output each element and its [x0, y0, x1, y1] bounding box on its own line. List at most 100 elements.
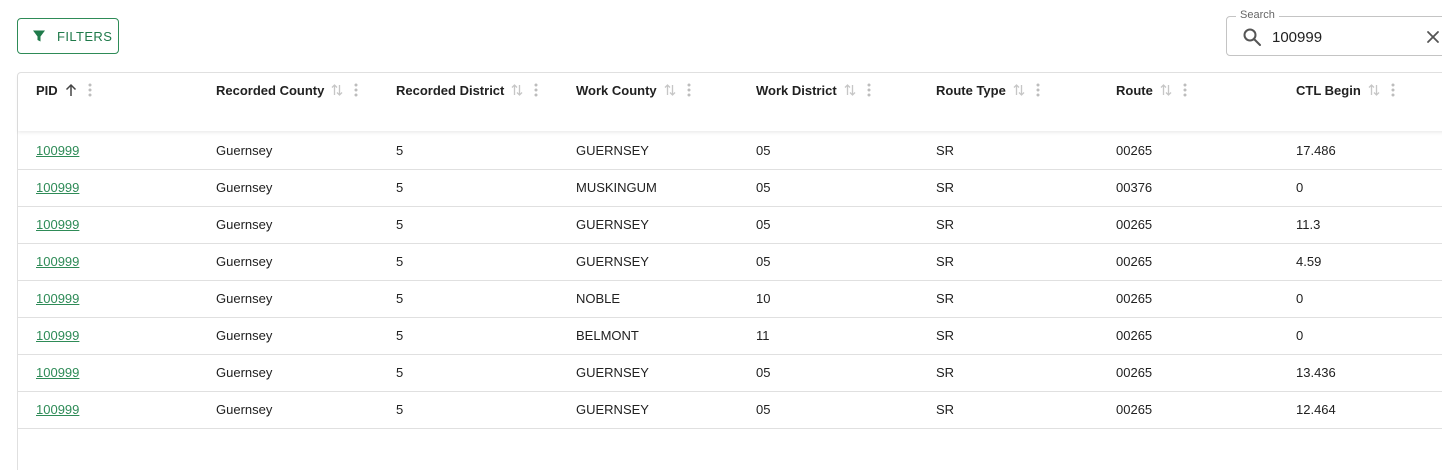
column-header-label: Work County — [576, 82, 657, 98]
column-header-recorded-district[interactable]: Recorded District — [396, 81, 538, 99]
recorded-county-cell: Guernsey — [216, 328, 273, 343]
data-grid: PID Recorded County Recorded District Work … — [17, 72, 1442, 470]
column-menu-icon[interactable] — [867, 83, 871, 97]
column-header-recorded-county[interactable]: Recorded County — [216, 81, 358, 99]
route-cell: 00376 — [1116, 180, 1153, 195]
recorded-district-cell: 5 — [396, 365, 404, 380]
close-icon[interactable] — [1425, 29, 1441, 45]
work-district-cell: 10 — [756, 291, 771, 306]
work-county-cell: GUERNSEY — [576, 402, 649, 417]
filters-button[interactable]: FILTERS — [17, 18, 119, 54]
search-field[interactable]: Search — [1226, 9, 1442, 56]
pid-link[interactable]: 100999 — [36, 143, 79, 158]
recorded-county-cell: Guernsey — [216, 365, 273, 380]
route-cell: 00265 — [1116, 217, 1153, 232]
column-header-label: Route — [1116, 82, 1153, 98]
table-row[interactable]: 100999 Guernsey 5 GUERNSEY 05 SR 00265 11.3 — [18, 206, 1442, 244]
ctl-begin-cell: 0 — [1296, 328, 1304, 343]
work-county-cell: GUERNSEY — [576, 254, 649, 269]
search-label: Search — [1236, 9, 1279, 21]
route-cell: 00265 — [1116, 328, 1153, 343]
table-row[interactable]: 100999 Guernsey 5 BELMONT 11 SR 00265 0 — [18, 317, 1442, 355]
table-row[interactable]: 100999 Guernsey 5 GUERNSEY 05 SR 00265 13.436 — [18, 354, 1442, 392]
pid-link[interactable]: 100999 — [36, 217, 79, 232]
recorded-district-cell: 5 — [396, 143, 404, 158]
column-header-work-district[interactable]: Work District — [756, 81, 871, 99]
column-header-ctl-begin[interactable]: CTL Begin — [1296, 81, 1395, 99]
column-header-label: PID — [36, 82, 58, 98]
work-county-cell: BELMONT — [576, 328, 639, 343]
ctl-begin-cell: 12.464 — [1296, 402, 1336, 417]
column-header-label: Work District — [756, 82, 837, 98]
work-district-cell: 11 — [756, 328, 770, 343]
route-type-cell: SR — [936, 402, 955, 417]
column-header-route[interactable]: Route — [1116, 81, 1187, 99]
filters-label: FILTERS — [57, 28, 113, 44]
column-header-label: Recorded District — [396, 82, 505, 98]
work-district-cell: 05 — [756, 143, 771, 158]
column-menu-icon[interactable] — [1183, 83, 1187, 97]
sort-icon[interactable] — [1367, 83, 1381, 97]
work-district-cell: 05 — [756, 180, 771, 195]
route-type-cell: SR — [936, 291, 955, 306]
column-header-pid[interactable]: PID — [36, 81, 92, 99]
ctl-begin-cell: 17.486 — [1296, 143, 1336, 158]
pid-link[interactable]: 100999 — [36, 328, 79, 343]
pid-link[interactable]: 100999 — [36, 402, 79, 417]
recorded-district-cell: 5 — [396, 180, 404, 195]
route-type-cell: SR — [936, 217, 955, 232]
sort-icon[interactable] — [1159, 83, 1173, 97]
pid-link[interactable]: 100999 — [36, 180, 79, 195]
column-menu-icon[interactable] — [88, 83, 92, 97]
table-header: PID Recorded County Recorded District Work … — [18, 73, 1442, 131]
recorded-county-cell: Guernsey — [216, 180, 273, 195]
table-row[interactable]: 100999 Guernsey 5 GUERNSEY 05 SR 00265 12.464 — [18, 391, 1442, 429]
work-district-cell: 05 — [756, 254, 771, 269]
ctl-begin-cell: 0 — [1296, 291, 1304, 306]
table-row[interactable]: 100999 Guernsey 5 GUERNSEY 05 SR 00265 17.486 — [18, 132, 1442, 170]
route-type-cell: SR — [936, 365, 955, 380]
column-menu-icon[interactable] — [687, 83, 691, 97]
table-row[interactable]: 100999 Guernsey 5 NOBLE 10 SR 00265 0 — [18, 280, 1442, 318]
column-menu-icon[interactable] — [1391, 83, 1395, 97]
sort-icon[interactable] — [843, 83, 857, 97]
recorded-county-cell: Guernsey — [216, 217, 273, 232]
pid-link[interactable]: 100999 — [36, 254, 79, 269]
table-row[interactable]: 100999 Guernsey 5 MUSKINGUM 05 SR 00376 0 — [18, 169, 1442, 207]
recorded-district-cell: 5 — [396, 217, 404, 232]
ctl-begin-cell: 0 — [1296, 180, 1304, 195]
route-type-cell: SR — [936, 180, 955, 195]
sort-ascending-icon[interactable] — [64, 83, 78, 97]
recorded-county-cell: Guernsey — [216, 254, 273, 269]
sort-icon[interactable] — [510, 83, 524, 97]
column-menu-icon[interactable] — [534, 83, 538, 97]
route-cell: 00265 — [1116, 143, 1153, 158]
ctl-begin-cell: 11.3 — [1296, 217, 1321, 232]
column-header-label: CTL Begin — [1296, 82, 1361, 98]
table-row[interactable]: 100999 Guernsey 5 GUERNSEY 05 SR 00265 4.59 — [18, 243, 1442, 281]
column-menu-icon[interactable] — [1036, 83, 1040, 97]
route-cell: 00265 — [1116, 402, 1153, 417]
work-county-cell: GUERNSEY — [576, 365, 649, 380]
recorded-district-cell: 5 — [396, 254, 404, 269]
pid-link[interactable]: 100999 — [36, 291, 79, 306]
route-type-cell: SR — [936, 328, 955, 343]
recorded-district-cell: 5 — [396, 328, 404, 343]
pid-link[interactable]: 100999 — [36, 365, 79, 380]
work-district-cell: 05 — [756, 365, 771, 380]
recorded-county-cell: Guernsey — [216, 143, 273, 158]
search-input[interactable] — [1272, 26, 1412, 48]
route-type-cell: SR — [936, 143, 955, 158]
work-county-cell: GUERNSEY — [576, 217, 649, 232]
column-header-label: Route Type — [936, 82, 1006, 98]
recorded-district-cell: 5 — [396, 402, 404, 417]
recorded-district-cell: 5 — [396, 291, 404, 306]
column-menu-icon[interactable] — [354, 83, 358, 97]
sort-icon[interactable] — [1012, 83, 1026, 97]
column-header-work-county[interactable]: Work County — [576, 81, 691, 99]
filter-icon — [31, 28, 47, 44]
sort-icon[interactable] — [330, 83, 344, 97]
column-header-route-type[interactable]: Route Type — [936, 81, 1040, 99]
sort-icon[interactable] — [663, 83, 677, 97]
ctl-begin-cell: 4.59 — [1296, 254, 1322, 269]
